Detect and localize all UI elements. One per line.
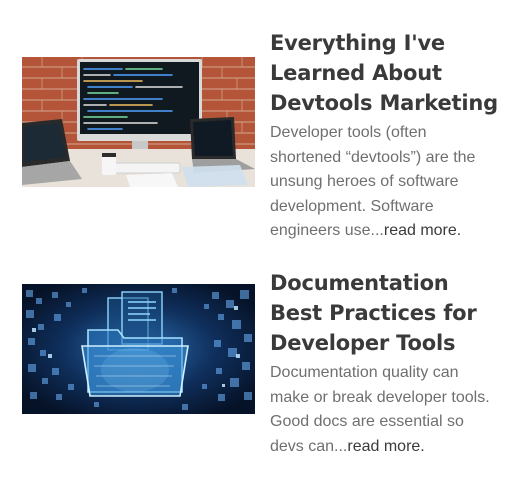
post-thumbnail-link[interactable] <box>22 57 255 187</box>
post-thumbnail-link[interactable] <box>22 284 255 414</box>
post-title[interactable]: Documentation Best Practices for Develop… <box>270 268 502 358</box>
read-more-link[interactable]: read more. <box>384 222 461 239</box>
post-text-column: Everything I've Learned About Devtools M… <box>270 28 502 244</box>
post-excerpt: Developer tools (often shortened “devtoo… <box>270 121 502 244</box>
post-title[interactable]: Everything I've Learned About Devtools M… <box>270 28 502 118</box>
read-more-link[interactable]: read more. <box>347 438 424 455</box>
post-text-column: Documentation Best Practices for Develop… <box>270 268 502 459</box>
code-on-monitor-photo <box>22 57 255 187</box>
post-excerpt: Documentation quality can make or break … <box>270 361 502 459</box>
digital-folder-documents-photo <box>22 284 255 414</box>
